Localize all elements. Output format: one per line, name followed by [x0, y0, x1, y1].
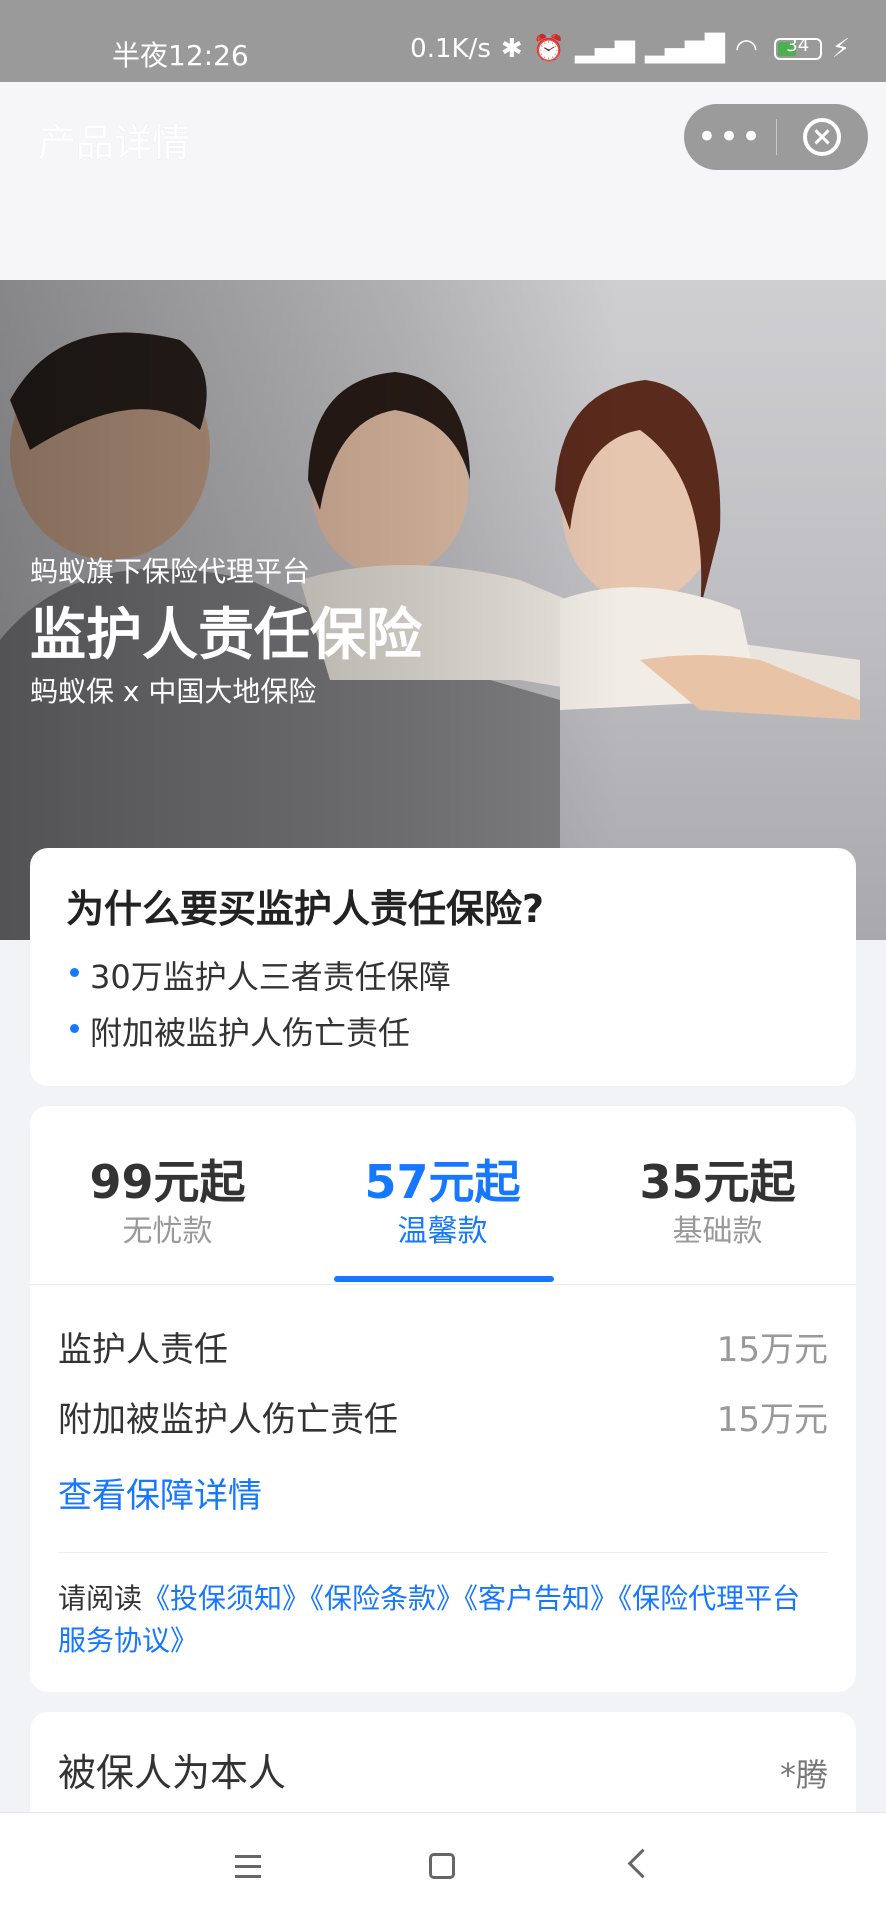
more-button[interactable]: ••• — [684, 104, 776, 170]
status-bar: 半夜12:26 0.1K/s ✱ ⏰ ▂▄▆ ▂▄▆█ ◠ 34 ⚡ — [0, 0, 886, 82]
title-bar: 产品详情 ••• × — [0, 82, 886, 280]
hero-partner: 蚂蚁保 x 中国大地保险 — [30, 675, 317, 708]
home-button[interactable] — [413, 1843, 473, 1893]
active-tab-indicator — [334, 1276, 554, 1282]
home-icon — [429, 1853, 455, 1879]
tab-wuyou[interactable]: 99元起 无忧款 — [30, 1106, 305, 1284]
plan-card: 99元起 无忧款 57元起 温馨款 35元起 基础款 监护人责任 15万元 附加… — [30, 1106, 856, 1692]
coverage-value: 15万元 — [716, 1330, 828, 1370]
doc-link-notice[interactable]: 《投保须知》 — [142, 1582, 310, 1615]
hd-signal-icon: ▂▄▆ — [575, 34, 636, 64]
coverage-label: 附加被监护人伤亡责任 — [58, 1400, 398, 1440]
hero-banner: 蚂蚁旗下保险代理平台 监护人责任保险 蚂蚁保 x 中国大地保险 — [0, 280, 886, 940]
battery-icon: 34 — [773, 35, 822, 60]
tab-jichu[interactable]: 35元起 基础款 — [580, 1106, 855, 1284]
signal-icon: ▂▄▆█ — [645, 34, 726, 64]
tab-name: 基础款 — [672, 1214, 763, 1249]
net-speed: 0.1K/s — [410, 34, 491, 64]
plan-tabs: 99元起 无忧款 57元起 温馨款 35元起 基础款 — [30, 1106, 856, 1285]
documents-notice: 请阅读《投保须知》《保险条款》《客户告知》《保险代理平台服务协议》 — [58, 1578, 828, 1662]
divider — [58, 1552, 828, 1553]
alarm-icon: ⏰ — [532, 34, 566, 64]
status-time: 半夜12:26 — [112, 39, 249, 72]
doc-link-terms[interactable]: 《保险条款》 — [310, 1582, 464, 1615]
coverage-value: 15万元 — [716, 1400, 828, 1440]
status-icons: 0.1K/s ✱ ⏰ ▂▄▆ ▂▄▆█ ◠ 34 ⚡ — [410, 34, 850, 64]
hero-title: 监护人责任保险 — [30, 603, 422, 668]
miniapp-capsule: ••• × — [684, 104, 868, 170]
coverage-row: 附加被监护人伤亡责任 15万元 — [58, 1392, 828, 1441]
bullet-icon — [70, 1024, 79, 1033]
tab-price: 35元起 — [639, 1155, 796, 1209]
menu-icon — [235, 1855, 261, 1885]
back-button[interactable] — [612, 1843, 672, 1893]
close-icon: × — [803, 118, 841, 156]
charging-icon: ⚡ — [831, 34, 850, 64]
read-prefix: 请阅读 — [58, 1582, 143, 1615]
tab-price: 99元起 — [89, 1155, 246, 1209]
benefit-item: 30万监护人三者责任保障 — [70, 952, 451, 998]
why-buy-title: 为什么要买监护人责任保险? — [66, 887, 545, 931]
view-coverage-details-link[interactable]: 查看保障详情 — [58, 1468, 262, 1517]
benefit-item: 附加被监护人伤亡责任 — [70, 1008, 411, 1054]
battery-level: 34 — [786, 35, 810, 56]
coverage-label: 监护人责任 — [58, 1330, 228, 1370]
wifi-icon: ◠ — [735, 34, 758, 64]
why-buy-card: 为什么要买监护人责任保险? 30万监护人三者责任保障 附加被监护人伤亡责任 — [30, 848, 856, 1086]
page-title: 产品详情 — [38, 121, 191, 165]
benefit-text: 附加被监护人伤亡责任 — [90, 1014, 411, 1052]
tab-name: 温馨款 — [397, 1214, 488, 1249]
system-nav-bar — [0, 1812, 886, 1921]
close-button[interactable]: × — [777, 118, 867, 156]
benefit-text: 30万监护人三者责任保障 — [90, 958, 451, 996]
tab-price: 57元起 — [364, 1155, 521, 1209]
insured-name: *腾 — [779, 1756, 828, 1794]
tab-name: 无忧款 — [122, 1214, 213, 1249]
bullet-icon — [70, 968, 79, 977]
doc-link-customer-notice[interactable]: 《客户告知》 — [464, 1582, 618, 1615]
bluetooth-icon: ✱ — [500, 34, 523, 64]
menu-button[interactable] — [217, 1843, 277, 1893]
coverage-row: 监护人责任 15万元 — [58, 1322, 828, 1371]
back-icon — [627, 1848, 658, 1879]
insured-label: 被保人为本人 — [58, 1751, 287, 1795]
tab-wenxin[interactable]: 57元起 温馨款 — [305, 1106, 580, 1284]
hero-subtitle: 蚂蚁旗下保险代理平台 — [30, 555, 311, 588]
